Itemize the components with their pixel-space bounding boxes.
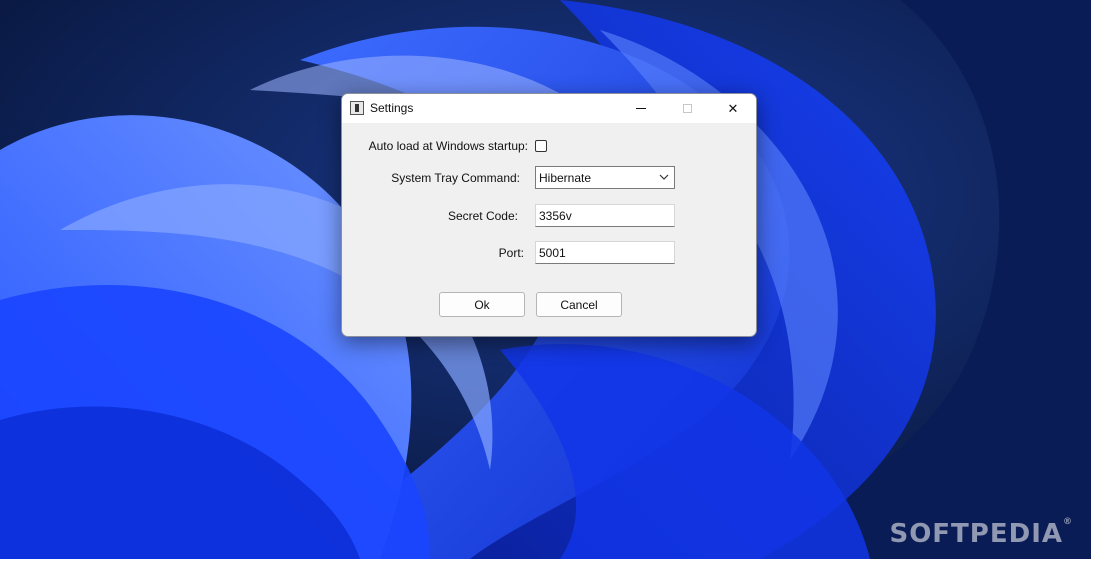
autoload-checkbox[interactable] bbox=[535, 140, 547, 152]
tray-command-value: Hibernate bbox=[539, 171, 592, 185]
titlebar: Settings ✕ bbox=[342, 94, 756, 123]
secret-code-input[interactable] bbox=[535, 204, 675, 227]
minimize-button[interactable] bbox=[618, 94, 664, 123]
close-button[interactable]: ✕ bbox=[710, 94, 756, 123]
chevron-down-icon bbox=[659, 174, 669, 180]
ok-button[interactable]: Ok bbox=[439, 292, 525, 317]
softpedia-watermark: SOFTPEDIA® bbox=[889, 517, 1073, 549]
dialog-title: Settings bbox=[370, 101, 414, 115]
close-icon: ✕ bbox=[727, 100, 739, 116]
secret-code-label: Secret Code: bbox=[447, 209, 518, 223]
port-label: Port: bbox=[498, 246, 524, 260]
app-icon bbox=[350, 101, 364, 115]
autoload-label: Auto load at Windows startup: bbox=[368, 139, 528, 153]
tray-command-select[interactable]: Hibernate bbox=[535, 166, 675, 189]
watermark-mark: ® bbox=[1063, 517, 1073, 527]
watermark-text: SOFTPEDIA bbox=[889, 519, 1063, 549]
maximize-button bbox=[664, 94, 710, 123]
settings-dialog: Settings ✕ Auto load at Windows startup:… bbox=[341, 93, 757, 337]
tray-command-label: System Tray Command: bbox=[391, 171, 520, 185]
maximize-icon bbox=[682, 104, 692, 113]
cancel-button[interactable]: Cancel bbox=[536, 292, 622, 317]
port-input[interactable] bbox=[535, 241, 675, 264]
minimize-icon bbox=[636, 108, 646, 109]
